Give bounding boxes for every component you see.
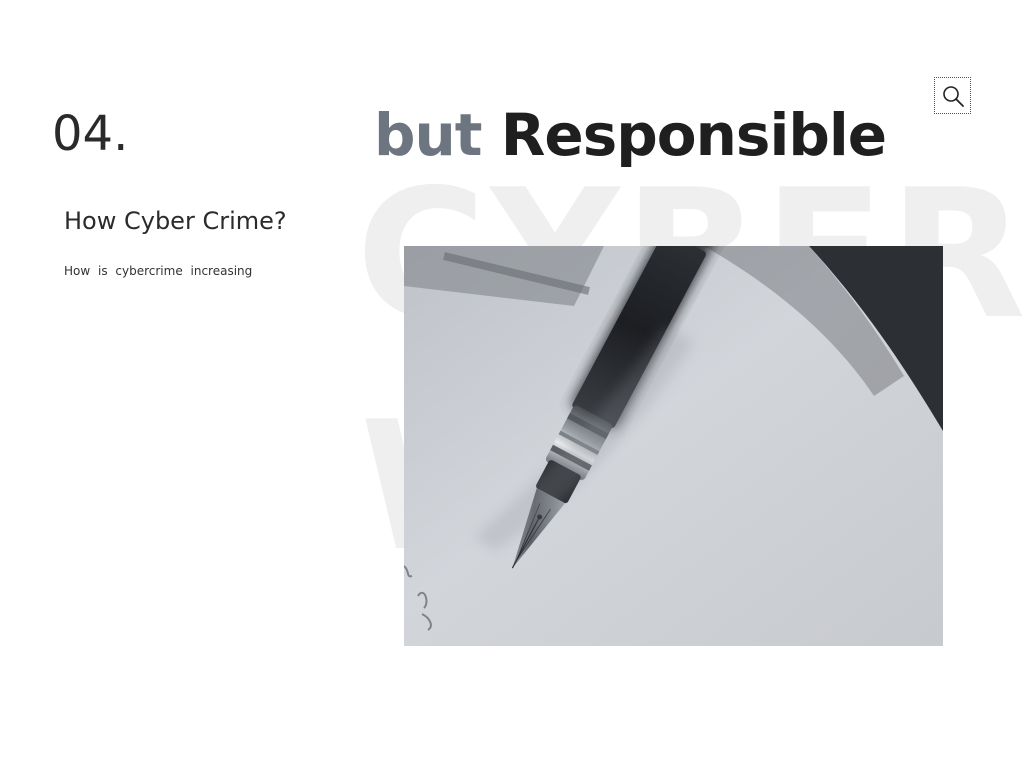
search-button[interactable] <box>934 77 971 114</box>
section-number: 04. <box>52 106 129 162</box>
title-muted-word: but <box>374 101 483 169</box>
fountain-pen-photo <box>404 246 943 646</box>
pen-illustration <box>404 246 943 646</box>
subheading: How Cyber Crime? <box>64 207 287 235</box>
title-strong-word: Responsible <box>500 101 887 169</box>
body-text: How is cybercrime increasing <box>64 264 253 278</box>
search-icon <box>942 85 964 107</box>
slide-page: 04. CYBER W but Responsible How Cyber Cr… <box>0 0 1024 768</box>
page-title: but Responsible <box>374 100 887 170</box>
